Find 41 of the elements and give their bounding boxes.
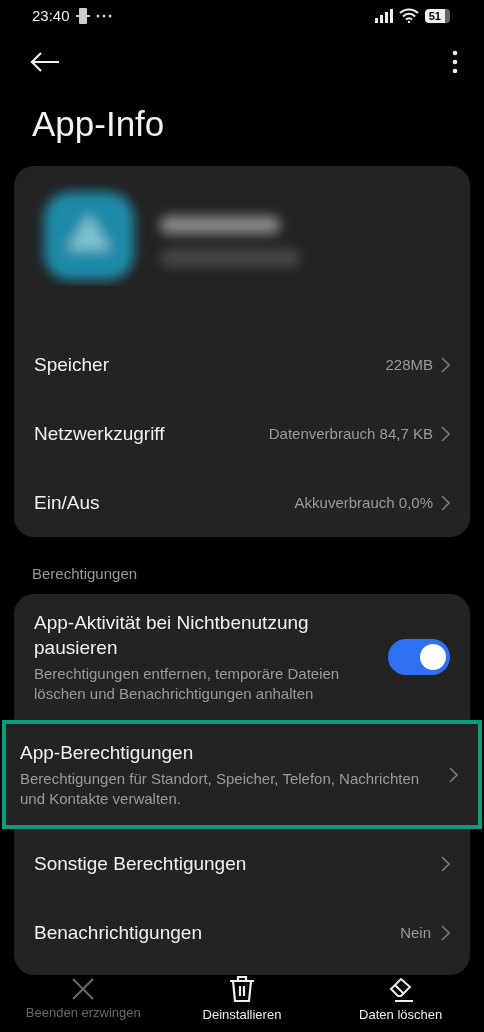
- setting-row[interactable]: App-Aktivität bei Nichtbenutzung pausieren Berechtigungen entfernen, temporäre Dateien löschen und Benachrichtigungen anhalten: [14, 594, 470, 720]
- info-row[interactable]: Ein/Aus Akkuverbrauch 0,0%: [14, 468, 470, 537]
- setting-title: App-Berechtigungen: [20, 741, 195, 765]
- setting-description: Berechtigungen entfernen, temporäre Dateien löschen und Benachrichtigungen anhalten: [34, 664, 341, 704]
- chevron-icon: [449, 766, 458, 783]
- section-label: Berechtigungen: [31, 564, 139, 584]
- chevron-icon: [441, 855, 450, 872]
- phone-icon: [75, 6, 90, 25]
- row-value: Datenverbrauch 84,7 KB: [268, 425, 433, 442]
- row-label: Netzwerkzugriff: [34, 422, 166, 445]
- setting-row[interactable]: Benachrichtigungen Nein: [14, 898, 470, 967]
- setting-row[interactable]: Sonstige Berechtigungen: [14, 829, 470, 898]
- setting-title: Benachrichtigungen: [34, 921, 203, 945]
- highlighted-setting-row[interactable]: App-Berechtigungen Berechtigungen für Standort, Speicher, Telefon, Nachrichten und Kontakte verwalten.: [2, 720, 482, 829]
- setting-title: Sonstige Berechtigungen: [34, 852, 248, 876]
- more-dots-icon: [95, 13, 112, 18]
- info-row[interactable]: Netzwerkzugriff Datenverbrauch 84,7 KB: [14, 399, 470, 468]
- chevron-icon: [441, 356, 450, 373]
- signal-icon: [374, 8, 393, 23]
- row-value: Nein: [400, 924, 431, 941]
- setting-title: App-Aktivität bei Nichtbenutzung pausieren: [34, 611, 310, 660]
- close-icon: [71, 977, 96, 1001]
- battery-level: 51: [424, 8, 450, 23]
- back-button[interactable]: [30, 50, 60, 73]
- row-label: Speicher: [34, 353, 110, 376]
- row-value: Akkuverbrauch 0,0%: [294, 494, 433, 511]
- page-title: App-Info: [32, 104, 166, 144]
- action-button[interactable]: Deinstallieren: [167, 975, 317, 1022]
- trash-icon: [229, 975, 255, 1003]
- row-label: Ein/Aus: [34, 491, 101, 514]
- chevron-icon: [441, 494, 450, 511]
- wifi-icon: [398, 8, 419, 24]
- info-row[interactable]: Speicher 228MB: [14, 330, 470, 399]
- status-time: 23:40: [32, 7, 70, 25]
- chevron-icon: [441, 425, 450, 442]
- chevron-icon: [441, 924, 450, 941]
- more-menu-button[interactable]: [452, 49, 458, 74]
- toggle-switch[interactable]: [388, 639, 450, 675]
- action-button[interactable]: Daten löschen: [325, 975, 476, 1022]
- setting-description: Berechtigungen für Standort, Speicher, Telefon, Nachrichten und Kontakte verwalten.: [20, 769, 421, 809]
- row-value: 228MB: [385, 356, 433, 373]
